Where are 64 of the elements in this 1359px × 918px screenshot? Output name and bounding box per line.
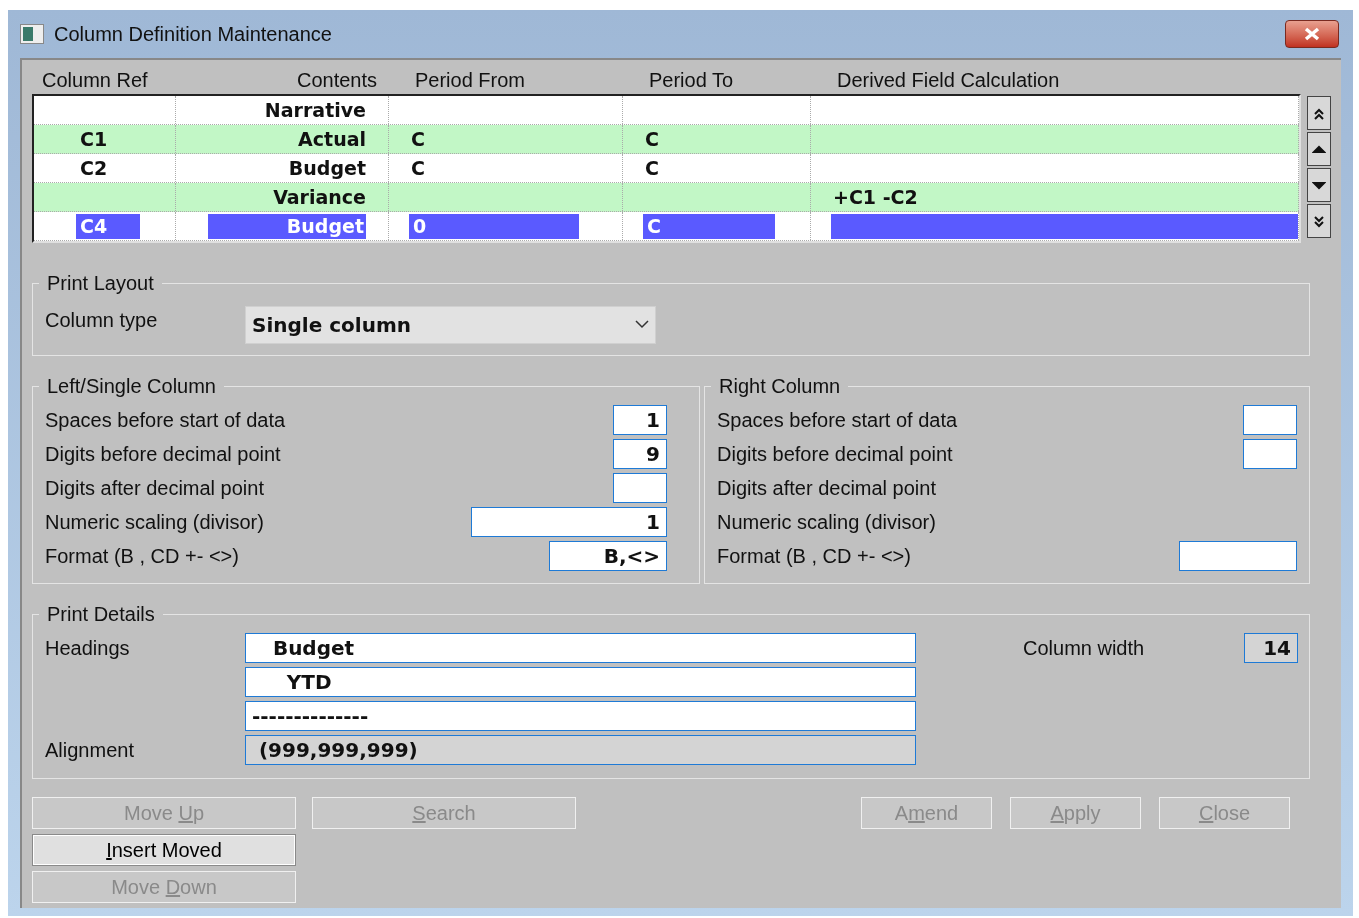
grid-cell-text: C: [644, 155, 659, 181]
column-header: Period To: [648, 68, 735, 93]
grid-row[interactable]: C2 Budget C C: [34, 154, 1299, 183]
grid-row[interactable]: C4 Budget 0 C: [34, 212, 1299, 241]
input-field[interactable]: B,<>: [549, 541, 667, 571]
double-down-arrow-icon: [1312, 213, 1326, 229]
grid-cell-text: +C1 -C2: [832, 184, 918, 210]
input-field[interactable]: Budget: [245, 633, 916, 663]
grid-cell-text: C1: [79, 126, 108, 152]
scroll-down-button[interactable]: [1307, 168, 1331, 202]
window-icon: [20, 24, 44, 44]
close-button[interactable]: [1285, 20, 1339, 48]
input-field[interactable]: YTD: [245, 667, 916, 697]
field-label: Digits after decimal point: [45, 476, 264, 501]
input-field[interactable]: 1: [613, 405, 667, 435]
input-field[interactable]: [1179, 541, 1297, 571]
grid-cell-text: Narrative: [264, 97, 366, 123]
input-field[interactable]: 1: [471, 507, 667, 537]
close-icon: [1303, 27, 1321, 41]
grid-cell-text: Variance: [273, 184, 366, 210]
insert-moved-button[interactable]: Insert Moved: [32, 834, 296, 866]
chevron-down-icon: [635, 320, 649, 329]
grid-row[interactable]: C1 Actual C C: [34, 125, 1299, 154]
grid-cell-text: C: [410, 155, 425, 181]
grid-cell-text: C: [644, 126, 659, 152]
field-label: Numeric scaling (divisor): [45, 510, 264, 535]
input-field[interactable]: [1243, 405, 1297, 435]
input-field[interactable]: (999,999,999): [245, 735, 916, 765]
field-label: Column width: [1023, 636, 1146, 661]
grid-cell-text: Budget: [288, 155, 366, 181]
field-label: Numeric scaling (divisor): [717, 510, 936, 535]
scroll-bottom-button[interactable]: [1307, 204, 1331, 238]
grid-cell-text: C: [410, 126, 425, 152]
column-header: Period From: [414, 68, 527, 93]
field-label: Spaces before start of data: [717, 408, 958, 433]
field-label: Spaces before start of data: [45, 408, 286, 433]
input-field[interactable]: --------------: [245, 701, 916, 731]
window-title: Column Definition Maintenance: [54, 22, 333, 47]
field-label: Format (B , CD +- <>): [717, 544, 911, 569]
field-label: Headings: [45, 636, 131, 661]
scroll-up-button[interactable]: [1307, 132, 1331, 166]
column-type-dropdown[interactable]: Single column: [245, 305, 656, 344]
field-label: Digits before decimal point: [45, 442, 281, 467]
input-field[interactable]: [613, 473, 667, 503]
grid-cell-text: C: [647, 213, 661, 239]
grid-cell-text: Budget: [286, 213, 364, 239]
column-header: Column Ref: [41, 68, 149, 93]
input-field[interactable]: [1243, 439, 1297, 469]
input-field[interactable]: 14: [1244, 633, 1298, 663]
field-label: Alignment: [45, 738, 135, 763]
grid-row[interactable]: Variance +C1 -C2: [34, 183, 1299, 212]
grid-cell-text: Actual: [298, 126, 366, 152]
grid-row[interactable]: Narrative: [34, 96, 1299, 125]
field-label: Digits before decimal point: [717, 442, 953, 467]
grid-cell-text: C2: [79, 155, 108, 181]
grid-cell-text: C4: [80, 213, 108, 239]
scroll-top-button[interactable]: [1307, 96, 1331, 130]
column-header: Derived Field Calculation: [836, 68, 1061, 93]
input-field[interactable]: 9: [613, 439, 667, 469]
grid-cell-text: 0: [413, 213, 427, 239]
column-header: Contents: [295, 68, 378, 93]
field-label: Digits after decimal point: [717, 476, 936, 501]
field-label: Column type: [45, 307, 159, 333]
field-label: Format (B , CD +- <>): [45, 544, 239, 569]
